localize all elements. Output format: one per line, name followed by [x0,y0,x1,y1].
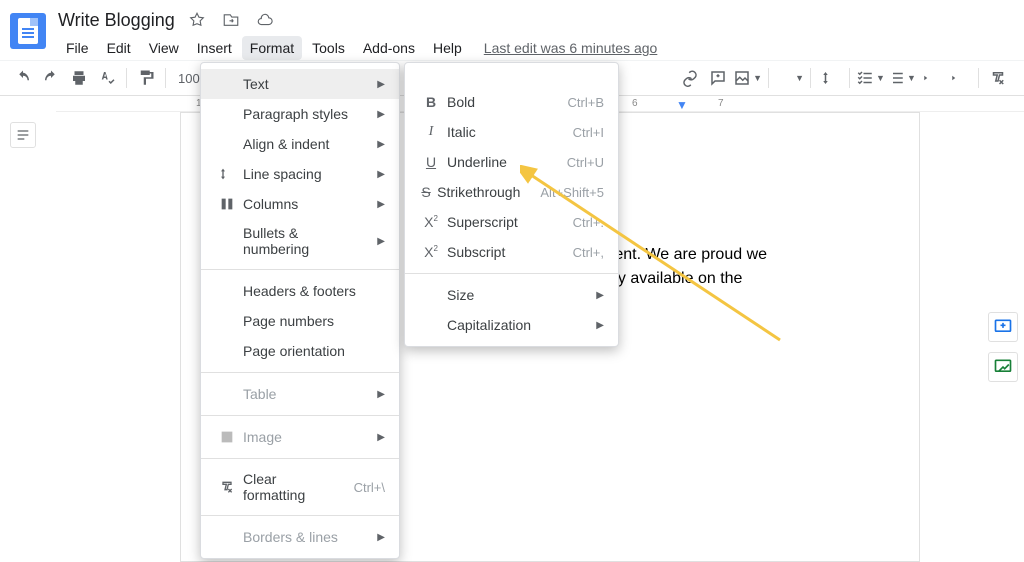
menubar: File Edit View Insert Format Tools Add-o… [58,36,1014,60]
format-align-indent[interactable]: Align & indent▶ [201,129,399,159]
text-bold[interactable]: BBoldCtrl+B [405,87,618,117]
page-text-line: ntent. We are proud we [601,243,767,267]
right-indent-marker-icon[interactable]: ▼ [676,98,688,112]
text-italic[interactable]: IItalicCtrl+I [405,117,618,147]
format-page-orientation[interactable]: Page orientation [201,336,399,366]
print-button[interactable] [66,65,92,91]
text-superscript[interactable]: X2SuperscriptCtrl+. [405,207,618,237]
format-text[interactable]: Text▶ [201,69,399,99]
menu-insert[interactable]: Insert [189,36,240,60]
menu-edit[interactable]: Edit [99,36,139,60]
undo-button[interactable] [10,65,36,91]
text-capitalization[interactable]: Capitalization▶ [405,310,618,340]
text-size[interactable]: Size▶ [405,280,618,310]
decrease-indent-button[interactable] [918,65,944,91]
text-subscript[interactable]: X2SubscriptCtrl+, [405,237,618,267]
insert-comment-button[interactable] [705,65,731,91]
increase-indent-button[interactable] [946,65,972,91]
docs-app-icon[interactable] [10,13,46,49]
menu-help[interactable]: Help [425,36,470,60]
last-edit-link[interactable]: Last edit was 6 minutes ago [484,40,658,56]
format-columns[interactable]: Columns▶ [201,189,399,219]
format-page-numbers[interactable]: Page numbers [201,306,399,336]
page-text-line: ntly available on the [601,267,767,291]
insert-image-button[interactable]: ▼ [733,65,762,91]
format-line-spacing[interactable]: Line spacing▶ [201,159,399,189]
menu-addons[interactable]: Add-ons [355,36,423,60]
add-comment-side-button[interactable] [988,312,1018,342]
format-table: Table▶ [201,379,399,409]
format-headers-footers[interactable]: Headers & footers [201,276,399,306]
spellcheck-button[interactable] [94,65,120,91]
doc-title[interactable]: Write Blogging [58,10,175,31]
move-icon[interactable] [219,8,243,32]
align-button[interactable]: ▼ [775,65,804,91]
format-clear-formatting[interactable]: Clear formattingCtrl+\ [201,465,399,509]
menu-format[interactable]: Format [242,36,302,60]
menu-view[interactable]: View [141,36,187,60]
bullet-list-button[interactable]: ▼ [887,65,916,91]
menu-file[interactable]: File [58,36,97,60]
text-submenu: BBoldCtrl+B IItalicCtrl+I UUnderlineCtrl… [404,62,619,347]
menu-tools[interactable]: Tools [304,36,353,60]
insert-link-button[interactable] [677,65,703,91]
star-icon[interactable] [185,8,209,32]
text-strikethrough[interactable]: SStrikethroughAlt+Shift+5 [405,177,618,207]
clear-formatting-button[interactable] [985,65,1011,91]
line-spacing-button[interactable] [817,65,843,91]
text-underline[interactable]: UUnderlineCtrl+U [405,147,618,177]
format-dropdown: Text▶ Paragraph styles▶ Align & indent▶ … [200,62,400,559]
suggesting-side-button[interactable] [988,352,1018,382]
redo-button[interactable] [38,65,64,91]
cloud-icon[interactable] [253,8,277,32]
format-bullets-numbering[interactable]: Bullets & numbering▶ [201,219,399,263]
format-image: Image▶ [201,422,399,452]
format-borders-lines: Borders & lines▶ [201,522,399,552]
format-paragraph-styles[interactable]: Paragraph styles▶ [201,99,399,129]
outline-toggle-button[interactable] [10,122,36,148]
checklist-button[interactable]: ▼ [856,65,885,91]
paint-format-button[interactable] [133,65,159,91]
